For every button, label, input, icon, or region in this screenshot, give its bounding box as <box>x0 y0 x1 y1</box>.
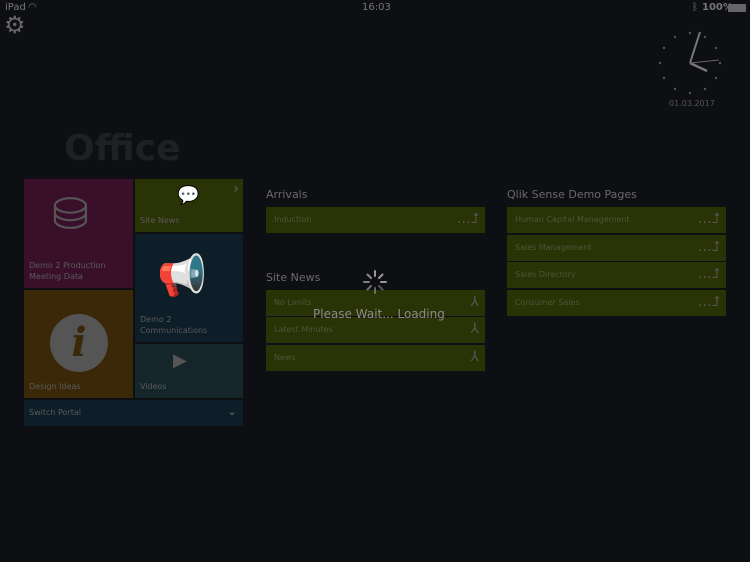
status-time: 16:03 <box>362 2 391 13</box>
link-arrow-icon: …⮥ <box>697 239 720 255</box>
tile-label: Design Ideas <box>29 382 81 391</box>
link-arrow-icon: …⮥ <box>697 211 720 227</box>
tile-label: Site News <box>140 216 180 225</box>
item-label: Sales Management <box>515 243 592 252</box>
clock-date: 01.03.2017 <box>669 99 715 108</box>
switch-portal-dropdown[interactable]: Switch Portal ⌄ <box>24 400 243 426</box>
tile-production-data[interactable]: ⛁ Demo 2 Production Meeting Data <box>24 179 133 288</box>
item-label: Induction <box>274 215 312 224</box>
tile-design-ideas[interactable]: i Design Ideas <box>24 290 133 398</box>
list-item[interactable]: Sales Management …⮥ <box>507 235 726 261</box>
info-icon: i <box>50 314 108 372</box>
tile-communications[interactable]: 📢 Demo 2 Communications <box>135 234 243 342</box>
item-label: No Limits <box>274 298 312 307</box>
loading-spinner-icon <box>363 270 387 294</box>
bluetooth-icon: ᛒ <box>692 2 698 13</box>
item-label: Sales Directory <box>515 270 576 279</box>
item-label: Human Capital Management <box>515 215 630 224</box>
list-item[interactable]: Induction …⮥ <box>266 207 485 233</box>
site-news-heading: Site News <box>266 271 321 284</box>
link-arrow-icon: …⮥ <box>697 294 720 310</box>
list-item[interactable]: News ⅄ <box>266 345 485 371</box>
list-item[interactable]: Consumer Sales …⮥ <box>507 290 726 316</box>
item-label: Latest Minutes <box>274 325 333 334</box>
database-icon: ⛁ <box>52 189 89 240</box>
tile-label: Demo 2 Production Meeting Data <box>29 261 106 281</box>
switch-portal-label: Switch Portal <box>29 408 81 417</box>
item-label: News <box>274 353 296 362</box>
speech-bubble-icon: 💬 <box>177 185 200 206</box>
tile-label: Demo 2 Communications <box>140 315 208 335</box>
item-label: Consumer Sales <box>515 298 580 307</box>
loading-text: Please Wait... Loading <box>313 307 445 321</box>
chevron-down-icon: ⌄ <box>226 404 237 418</box>
wifi-icon: ◠ <box>28 2 37 13</box>
tile-site-news[interactable]: 💬 › Site News <box>135 179 243 232</box>
chevron-right-icon: › <box>233 181 239 197</box>
qlik-heading: Qlik Sense Demo Pages <box>507 188 637 201</box>
video-camera-icon: ▶ <box>173 350 187 371</box>
pdf-icon: ⅄ <box>470 294 479 310</box>
battery-icon <box>728 4 746 12</box>
tile-videos[interactable]: ▶ Videos <box>135 344 243 398</box>
pdf-icon: ⅄ <box>470 349 479 365</box>
portal-title: Office <box>64 128 181 169</box>
gear-icon[interactable]: ⚙ <box>4 11 26 39</box>
pdf-icon: ⅄ <box>470 321 479 337</box>
analog-clock <box>658 31 722 95</box>
link-arrow-icon: …⮥ <box>697 266 720 282</box>
link-arrow-icon: …⮥ <box>456 211 479 227</box>
arrivals-heading: Arrivals <box>266 188 308 201</box>
tile-label: Videos <box>140 382 167 391</box>
list-item[interactable]: Sales Directory …⮥ <box>507 262 726 288</box>
list-item[interactable]: Human Capital Management …⮥ <box>507 207 726 233</box>
megaphone-icon: 📢 <box>157 253 207 299</box>
